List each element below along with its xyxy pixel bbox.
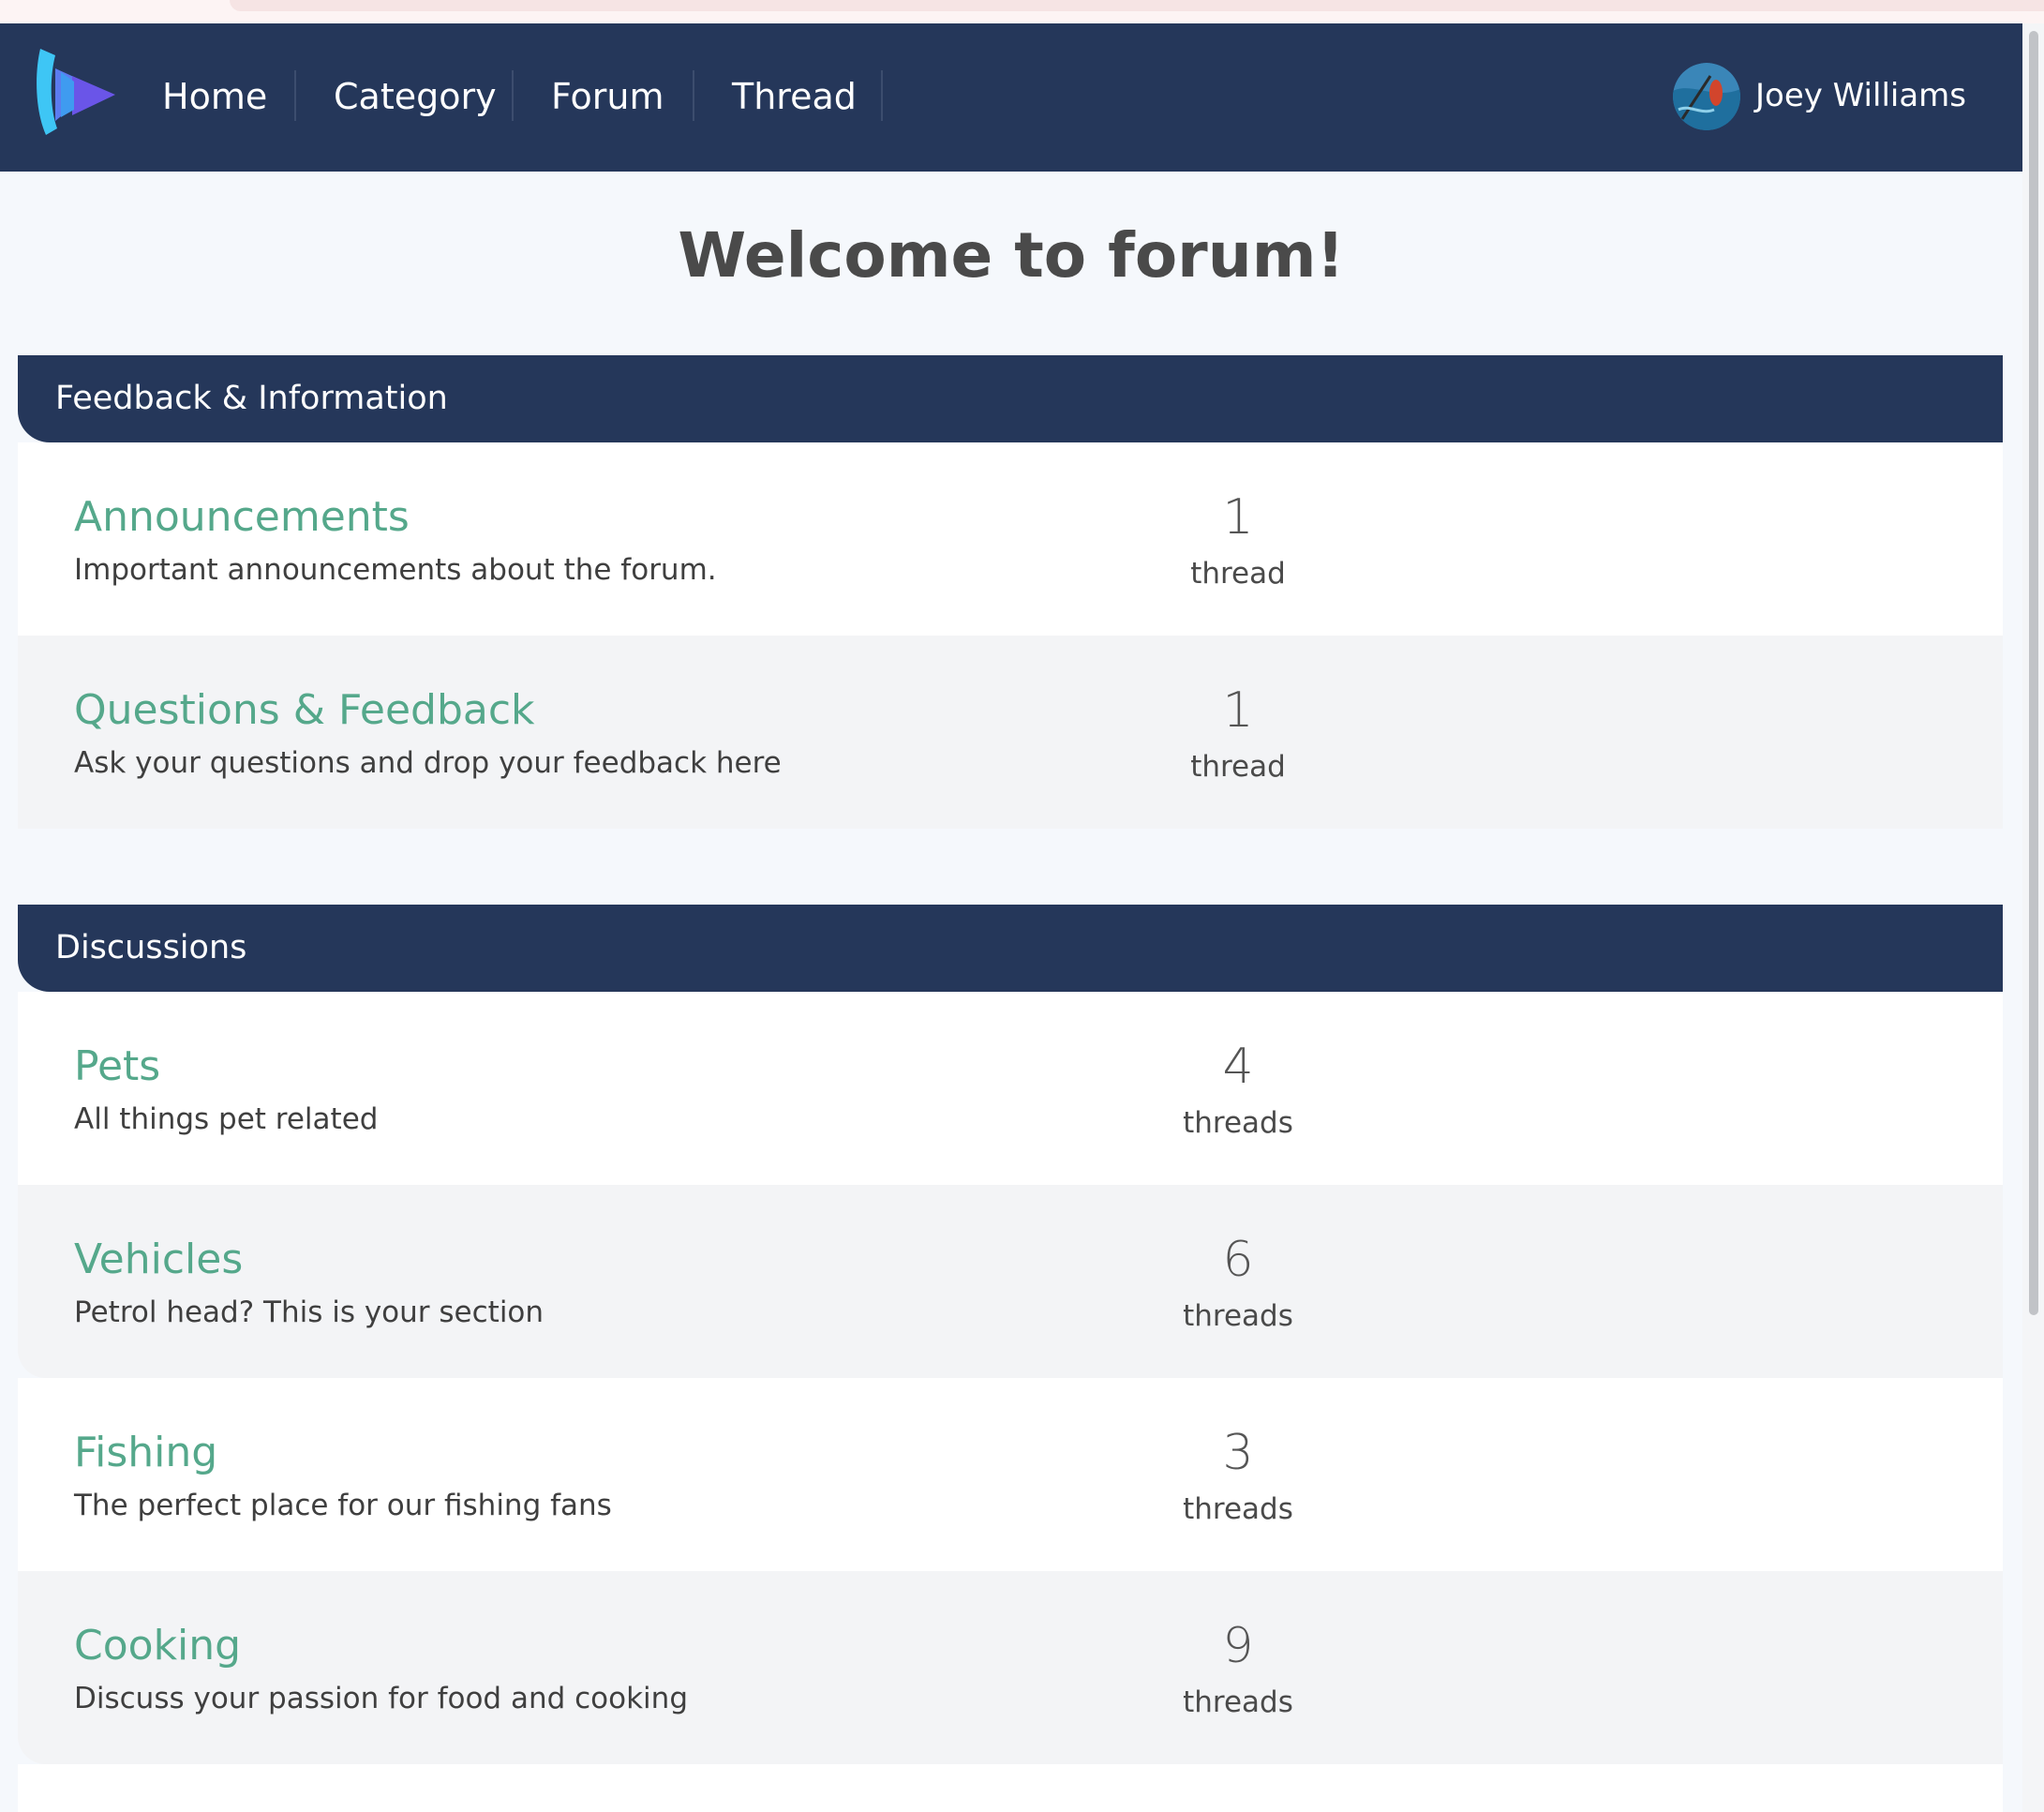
forum-description: Petrol head? This is your section <box>74 1295 545 1329</box>
section-header-feedback-information: Feedback & Information <box>18 355 2003 442</box>
thread-count: 6 <box>1222 1232 1254 1288</box>
nav-home[interactable]: Home <box>162 68 267 125</box>
forum-row-fishing[interactable]: Fishing The perfect place for our fishin… <box>18 1378 2003 1571</box>
scrollbar-thumb[interactable] <box>2029 31 2038 1315</box>
thread-count: 9 <box>1222 1618 1254 1674</box>
thread-count-label: threads <box>1183 1106 1293 1140</box>
forum-description: Ask your questions and drop your feedbac… <box>74 746 782 780</box>
thread-count: 3 <box>1222 1425 1254 1481</box>
nav-divider <box>693 70 694 121</box>
forum-description: Discuss your passion for food and cookin… <box>74 1682 688 1715</box>
nav-forum[interactable]: Forum <box>551 68 664 125</box>
thread-count: 1 <box>1222 489 1254 546</box>
forum-row-questions-feedback[interactable]: Questions & Feedback Ask your questions … <box>18 636 2003 829</box>
page-title: Welcome to forum! <box>678 219 1345 292</box>
thread-count-label: thread <box>1190 750 1286 784</box>
nav-category[interactable]: Category <box>334 68 497 125</box>
forum-description: The perfect place for our fishing fans <box>74 1489 612 1522</box>
nav-thread[interactable]: Thread <box>732 68 857 125</box>
thread-count-label: threads <box>1183 1685 1293 1719</box>
scrollbar[interactable] <box>2022 23 2044 1812</box>
section-title: Feedback & Information <box>55 380 448 417</box>
forum-row-cooking[interactable]: Cooking Discuss your passion for food an… <box>18 1571 2003 1764</box>
thread-count-label: thread <box>1190 557 1286 591</box>
avatar-image <box>1673 63 1740 130</box>
forum-row-partial <box>18 1764 2003 1812</box>
forum-description: All things pet related <box>74 1102 379 1136</box>
thread-count-label: threads <box>1183 1299 1293 1333</box>
forum-link-questions-feedback[interactable]: Questions & Feedback <box>74 682 535 739</box>
avatar[interactable] <box>1673 63 1740 130</box>
forum-link-cooking[interactable]: Cooking <box>74 1618 241 1674</box>
section-header-discussions: Discussions <box>18 905 2003 992</box>
forum-link-fishing[interactable]: Fishing <box>74 1425 217 1481</box>
thread-count: 1 <box>1222 682 1254 739</box>
forum-link-vehicles[interactable]: Vehicles <box>74 1232 243 1288</box>
top-navbar: Home Category Forum Thread Joey Williams <box>0 23 2022 172</box>
logo-icon[interactable] <box>33 44 117 138</box>
forum-link-announcements[interactable]: Announcements <box>74 489 410 546</box>
forum-link-pets[interactable]: Pets <box>74 1039 160 1095</box>
forum-row-pets[interactable]: Pets All things pet related 4 threads <box>18 992 2003 1185</box>
forum-row-announcements[interactable]: Announcements Important announcements ab… <box>18 442 2003 636</box>
user-name[interactable]: Joey Williams <box>1755 72 1966 119</box>
nav-divider <box>881 70 883 121</box>
forum-row-vehicles[interactable]: Vehicles Petrol head? This is your secti… <box>18 1185 2003 1378</box>
browser-tab-strip <box>230 0 2044 11</box>
browser-top-strip <box>0 0 2044 23</box>
thread-count-label: threads <box>1183 1492 1293 1526</box>
section-title: Discussions <box>55 929 247 966</box>
thread-count: 4 <box>1222 1039 1254 1095</box>
nav-divider <box>294 70 296 121</box>
nav-divider <box>512 70 514 121</box>
forum-description: Important announcements about the forum. <box>74 553 717 587</box>
